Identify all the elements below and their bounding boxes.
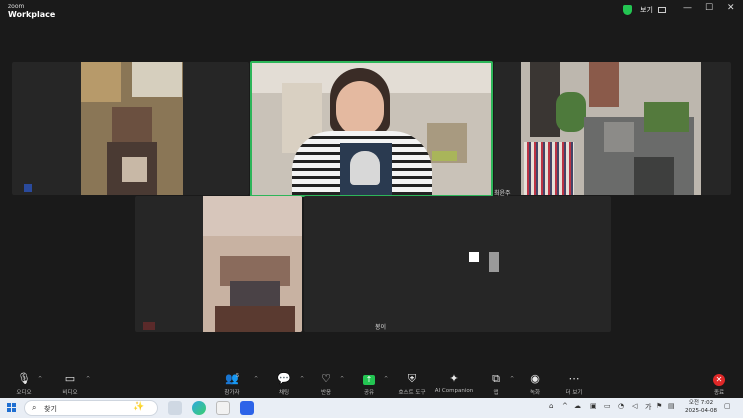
participants-button[interactable]: 👥 5 참가자: [212, 372, 252, 396]
record-label: 녹화: [529, 390, 541, 396]
participant-video-tile-1[interactable]: [12, 62, 249, 195]
ai-companion-label: AI Companion: [434, 388, 474, 394]
record-icon: ◉: [530, 372, 540, 385]
search-placeholder: 찾기: [44, 405, 57, 413]
shield-icon: ⛨: [407, 372, 417, 385]
maximize-button[interactable]: ☐: [705, 3, 713, 13]
zoom-window: zoom Workplace 보기 — ☐ ✕ 최윤주 봉이 🎙 오디오 ^ ▭…: [0, 0, 743, 418]
windows-taskbar: ⌕ 찾기 ✨ ⌂ ^ ☁ ▣ ▭ ◔ ◁ 가 ⚑ ▤ 오전 7:02 2025-…: [0, 398, 743, 418]
video-pixel: [644, 102, 689, 132]
video-pixel: [24, 184, 32, 192]
video-pixel: [122, 157, 147, 182]
apps-options-chevron-up-icon[interactable]: ^: [510, 376, 514, 382]
security-shield-icon[interactable]: [623, 5, 632, 15]
gamepad-icon[interactable]: ⌂: [549, 402, 553, 410]
participant-video-tile-4[interactable]: [135, 196, 302, 332]
end-label: 종료: [713, 390, 725, 396]
search-icon: ⌕: [32, 403, 37, 412]
video-pixel: [215, 306, 295, 332]
taskbar-clock[interactable]: 오전 7:02 2025-04-08: [685, 399, 717, 415]
video-camera-icon: ▭: [64, 372, 76, 385]
security-icon[interactable]: ⚑: [656, 402, 662, 410]
participants-icon: 👥: [225, 372, 239, 385]
chrome-icon[interactable]: [216, 401, 230, 415]
title-bar: zoom Workplace 보기 — ☐ ✕: [0, 0, 743, 22]
share-screen-icon: ↑: [349, 372, 389, 385]
avatar-placeholder: [469, 252, 479, 262]
battery-icon[interactable]: ▭: [604, 402, 611, 410]
meeting-toolbar: 🎙 오디오 ^ ▭ 비디오 ^ 👥 5 참가자 ^ 💬 채팅 ^ ♡ 반응 ^ …: [0, 368, 743, 398]
video-button[interactable]: ▭ 비디오: [50, 372, 90, 396]
windows-start-icon[interactable]: [7, 403, 17, 413]
participant-video-tile-3[interactable]: [494, 62, 731, 195]
network-icon[interactable]: ☁: [574, 402, 581, 410]
more-label: 더 보기: [565, 390, 583, 396]
display-icon[interactable]: ▤: [668, 402, 675, 410]
share-label: 공유: [363, 390, 375, 396]
tray-overflow-chevron-icon[interactable]: ^: [562, 402, 568, 410]
participants-count-badge: 5: [236, 373, 240, 379]
notification-tray-icon[interactable]: ▣: [590, 402, 597, 410]
minimize-button[interactable]: —: [683, 3, 692, 13]
participant-name: 봉이: [375, 324, 387, 331]
video-pixel: [489, 252, 499, 272]
reactions-label: 반응: [320, 390, 332, 396]
share-options-chevron-up-icon[interactable]: ^: [384, 376, 388, 382]
video-pixel: [112, 107, 152, 142]
clock-time: 오전 7:02: [688, 400, 714, 406]
edge-browser-icon[interactable]: [192, 401, 206, 415]
apps-label: 앱: [493, 390, 499, 396]
participants-options-chevron-up-icon[interactable]: ^: [254, 376, 258, 382]
video-pixel: [81, 62, 121, 102]
video-pixel: [132, 62, 182, 97]
video-pixel: [524, 142, 574, 195]
copilot-sparkle-icon: ✨: [133, 402, 145, 412]
end-meeting-button[interactable]: ✕ 종료: [699, 372, 739, 396]
taskbar-search-box[interactable]: ⌕ 찾기 ✨: [24, 400, 158, 416]
chat-icon: 💬: [277, 372, 291, 385]
audio-options-chevron-up-icon[interactable]: ^: [38, 376, 42, 382]
audio-label: 오디오: [16, 390, 32, 396]
video-pixel: [336, 81, 384, 136]
ai-companion-button[interactable]: ✦ AI Companion: [434, 372, 474, 394]
record-button[interactable]: ◉ 녹화: [515, 372, 555, 396]
notifications-icon[interactable]: ▢: [724, 402, 731, 410]
video-pixel: [432, 151, 457, 161]
participants-label: 참가자: [224, 390, 240, 396]
task-view-icon[interactable]: [168, 401, 182, 415]
video-pixel: [556, 92, 586, 132]
video-options-chevron-up-icon[interactable]: ^: [86, 376, 90, 382]
close-window-button[interactable]: ✕: [727, 3, 735, 13]
zoom-logo: zoom Workplace: [8, 3, 55, 19]
video-pixel: [143, 322, 155, 330]
reactions-options-chevron-up-icon[interactable]: ^: [340, 376, 344, 382]
host-tools-button[interactable]: ⛨ 호스트 도구: [392, 372, 432, 396]
video-pixel: [604, 122, 634, 152]
wifi-icon[interactable]: ◔: [618, 402, 624, 410]
zoom-app-icon[interactable]: [240, 401, 254, 415]
video-pixel: [350, 151, 380, 185]
statue: [530, 62, 560, 137]
video-pixel: [634, 157, 674, 195]
more-button[interactable]: ⋯ 더 보기: [554, 372, 594, 396]
chat-label: 채팅: [278, 390, 290, 396]
grid-view-icon[interactable]: [658, 7, 666, 13]
ime-icon[interactable]: 가: [645, 402, 651, 412]
volume-icon[interactable]: ◁: [632, 402, 637, 410]
end-icon: ✕: [699, 372, 739, 386]
clock-date: 2025-04-08: [685, 408, 717, 414]
video-pixel: [203, 196, 302, 236]
video-pixel: [589, 62, 619, 107]
view-button[interactable]: 보기: [640, 5, 653, 15]
participant-video-tile-5-camera-off[interactable]: [304, 196, 611, 332]
participant-video-tile-2-active-speaker[interactable]: [250, 61, 493, 197]
chat-button[interactable]: 💬 채팅: [264, 372, 304, 396]
chat-options-chevron-up-icon[interactable]: ^: [300, 376, 304, 382]
more-dots-icon: ⋯: [568, 372, 580, 385]
logo-workplace-text: Workplace: [8, 10, 56, 19]
host-tools-label: 호스트 도구: [398, 390, 426, 396]
video-label: 비디오: [62, 390, 78, 396]
share-button[interactable]: ↑ 공유: [349, 372, 389, 396]
sparkle-icon: ✦: [449, 372, 459, 385]
